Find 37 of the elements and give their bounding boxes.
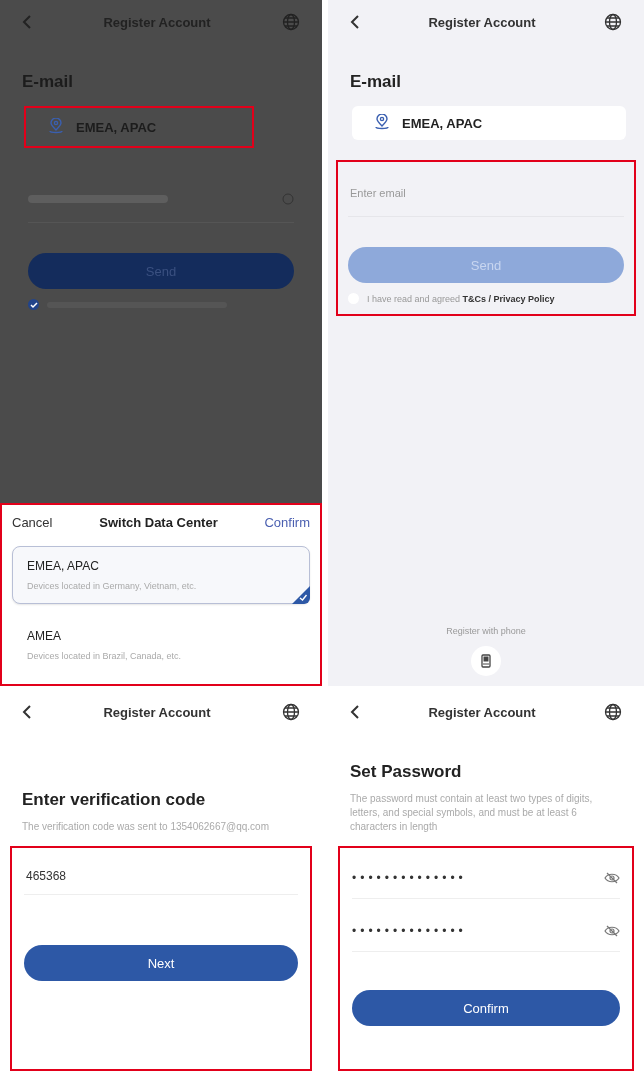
back-icon[interactable] (22, 704, 32, 720)
location-pin-icon (48, 118, 64, 136)
globe-icon[interactable] (604, 703, 622, 721)
confirm-button[interactable]: Confirm (264, 515, 310, 530)
option-name: AMEA (27, 629, 62, 643)
password-rules-text: The password must contain at least two types of digits, letters, and special symbols, and must be at least 6 characters in length (350, 792, 594, 834)
agreement-checkbox[interactable] (28, 299, 39, 310)
page-heading: Set Password (350, 762, 463, 782)
data-center-selector[interactable]: EMEA, APAC (352, 106, 626, 140)
back-icon[interactable] (350, 14, 360, 30)
confirm-button[interactable]: Confirm (352, 990, 620, 1026)
sheet-title: Switch Data Center (99, 515, 218, 530)
option-name: EMEA, APAC (27, 559, 100, 573)
screen-title: Register Account (428, 14, 536, 30)
page-heading: Enter verification code (22, 790, 207, 810)
check-badge-icon (292, 586, 310, 604)
screen-title: Register Account (428, 704, 536, 720)
email-field[interactable]: Enter email (348, 186, 624, 200)
screen-title: Register Account (103, 704, 211, 720)
region-label: EMEA, APAC (402, 115, 483, 131)
instruction-text: The verification code was sent to 1354062667@qq.com (22, 820, 270, 834)
eye-off-icon[interactable] (604, 925, 620, 937)
next-button[interactable]: Next (24, 945, 298, 981)
option-description: Devices located in Brazil, Canada, etc. (27, 651, 183, 661)
back-icon[interactable] (350, 704, 360, 720)
cancel-button[interactable]: Cancel (12, 515, 53, 530)
location-pin-icon (374, 114, 390, 132)
page-heading: E-mail (350, 72, 403, 92)
password-field[interactable]: •••••••••••••• (352, 858, 620, 899)
phone-button[interactable] (471, 646, 501, 676)
globe-icon[interactable] (282, 703, 300, 721)
globe-icon[interactable] (604, 13, 622, 31)
email-field[interactable] (28, 193, 294, 205)
password-field[interactable]: •••••••••••••• (352, 911, 620, 952)
agreement-text: I have read and agreed T&Cs / Privacy Policy (367, 293, 555, 304)
phone-icon (481, 654, 491, 668)
eye-off-icon[interactable] (604, 872, 620, 884)
